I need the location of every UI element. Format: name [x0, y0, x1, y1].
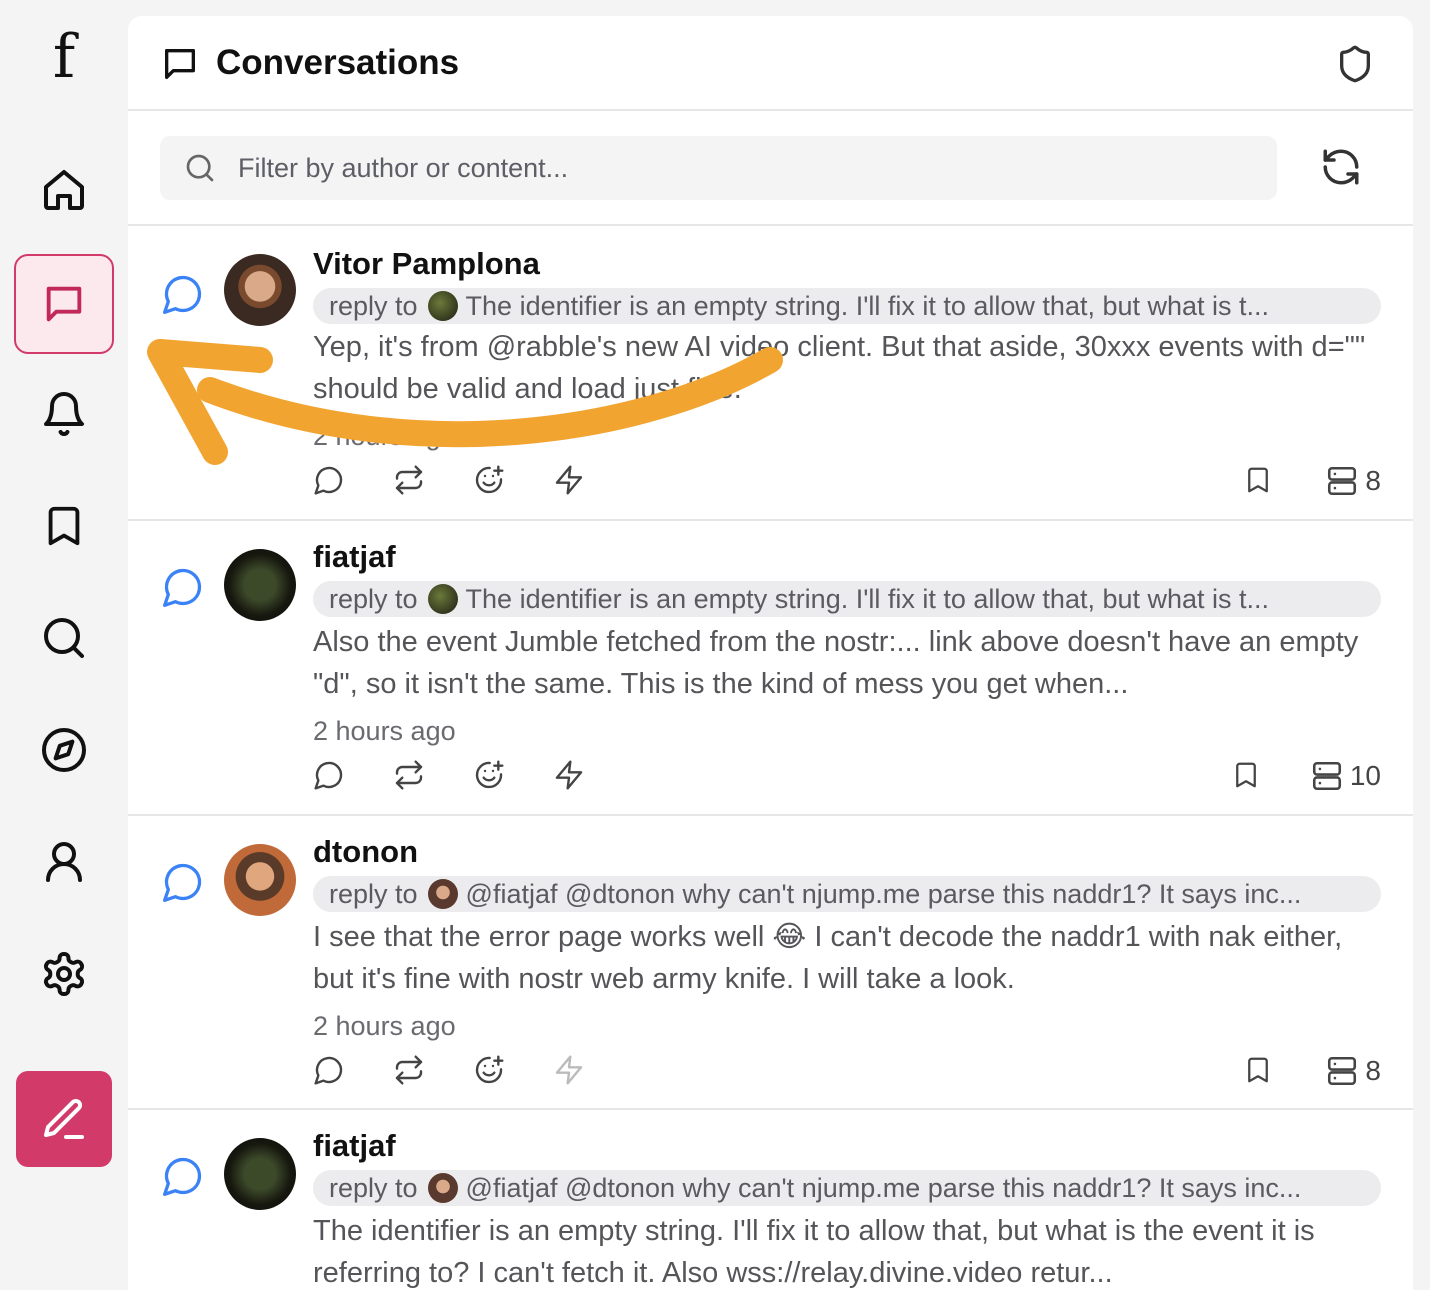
reply-prefix: reply to: [329, 1172, 418, 1203]
relay-count[interactable]: 10: [1310, 759, 1381, 793]
reply-text: @fiatjaf @dtonon why can't njump.me pars…: [465, 1172, 1302, 1203]
reply-to-chip[interactable]: reply to @fiatjaf @dtonon why can't njum…: [313, 1170, 1381, 1206]
avatar[interactable]: [224, 549, 296, 621]
post-content: Also the event Jumble fetched from the n…: [313, 626, 1359, 700]
author-name[interactable]: fiatjaf: [313, 1126, 396, 1166]
nav-conversations[interactable]: [14, 254, 114, 354]
nav-notifications[interactable]: [14, 364, 114, 464]
post-time: 2 hours ago: [313, 1011, 456, 1041]
nav-search[interactable]: [14, 588, 114, 688]
post-item[interactable]: Vitor Pamplona reply to The identifier i…: [128, 228, 1413, 521]
sidebar: f: [0, 0, 128, 1290]
reply-icon[interactable]: [313, 759, 345, 791]
reply-avatar: [427, 584, 458, 614]
post-item[interactable]: fiatjaf reply to The identifier is an em…: [128, 521, 1413, 816]
post-actions: 10: [313, 759, 1381, 799]
post-actions: 8: [313, 1054, 1381, 1094]
zap-icon[interactable]: [553, 464, 585, 496]
post-content: The identifier is an empty string. I'll …: [313, 1215, 1315, 1289]
reply-icon[interactable]: [313, 1054, 345, 1086]
filter-bar: [128, 111, 1413, 226]
reply-icon[interactable]: [313, 464, 345, 496]
nav-explore[interactable]: [14, 700, 114, 800]
search-icon: [186, 154, 214, 182]
app-logo[interactable]: f: [40, 22, 88, 92]
relay-count[interactable]: 8: [1325, 1054, 1381, 1088]
post-content: Yep, it's from @rabble's new AI video cl…: [313, 331, 1366, 405]
page-title: Conversations: [216, 43, 460, 82]
compose-button[interactable]: [16, 1071, 112, 1167]
filter-box: [160, 136, 1277, 200]
reply-prefix: reply to: [329, 583, 418, 614]
post-time: 2 hours ago: [313, 421, 456, 451]
reply-text: @fiatjaf @dtonon why can't njump.me pars…: [465, 878, 1302, 909]
reply-bubble-icon: [163, 863, 202, 902]
reply-prefix: reply to: [329, 290, 418, 321]
reply-avatar: [427, 291, 458, 321]
author-name[interactable]: fiatjaf: [313, 537, 396, 577]
repost-icon[interactable]: [393, 464, 425, 496]
avatar[interactable]: [224, 254, 296, 326]
reply-bubble-icon: [163, 568, 202, 607]
reply-bubble-icon: [163, 275, 202, 314]
reply-text: The identifier is an empty string. I'll …: [465, 583, 1270, 614]
bell-icon: [44, 392, 84, 436]
bookmark-icon[interactable]: [1243, 464, 1273, 496]
post-item[interactable]: fiatjaf reply to @fiatjaf @dtonon why ca…: [128, 1110, 1413, 1290]
nav-home[interactable]: [14, 140, 114, 240]
relay-count[interactable]: 8: [1325, 464, 1381, 498]
author-name[interactable]: dtonon: [313, 832, 418, 872]
conversations-panel: Conversations Vitor Pamplona reply to Th…: [128, 16, 1413, 1290]
bookmark-icon: [48, 506, 80, 546]
avatar[interactable]: [224, 1138, 296, 1210]
repost-icon[interactable]: [393, 1054, 425, 1086]
reply-prefix: reply to: [329, 878, 418, 909]
refresh-icon[interactable]: [1320, 146, 1362, 188]
repost-icon[interactable]: [393, 759, 425, 791]
bookmark-icon[interactable]: [1243, 1054, 1273, 1086]
zap-icon[interactable]: [553, 1054, 585, 1086]
reply-avatar: [427, 879, 458, 909]
reply-avatar: [427, 1173, 458, 1203]
server-icon: [1328, 1056, 1357, 1086]
pen-icon: [44, 1098, 84, 1139]
post-actions: 8: [313, 464, 1381, 504]
home-icon: [44, 170, 84, 210]
nav-settings[interactable]: [14, 924, 114, 1024]
author-name[interactable]: Vitor Pamplona: [313, 244, 540, 284]
nav-profile[interactable]: [14, 812, 114, 912]
reply-bubble-icon: [163, 1157, 202, 1196]
reply-to-chip[interactable]: reply to The identifier is an empty stri…: [313, 581, 1381, 617]
nav-bookmarks[interactable]: [14, 476, 114, 576]
relay-count-value: 10: [1349, 760, 1381, 791]
relay-count-value: 8: [1365, 465, 1381, 496]
reaction-icon[interactable]: [473, 759, 505, 791]
reply-to-chip[interactable]: reply to @fiatjaf @dtonon why can't njum…: [313, 876, 1381, 912]
post-time: 2 hours ago: [313, 716, 456, 746]
post-item[interactable]: dtonon reply to @fiatjaf @dtonon why can…: [128, 816, 1413, 1110]
reply-to-chip[interactable]: reply to The identifier is an empty stri…: [313, 288, 1381, 324]
user-icon: [46, 842, 82, 882]
reply-text: The identifier is an empty string. I'll …: [465, 290, 1270, 321]
compass-icon: [42, 728, 86, 772]
chat-icon: [46, 286, 82, 322]
search-icon: [44, 618, 84, 658]
post-content: I see that the error page works well 😂 I…: [313, 921, 1343, 995]
reaction-icon[interactable]: [473, 464, 505, 496]
bookmark-icon[interactable]: [1231, 759, 1261, 791]
relay-count-value: 8: [1365, 1055, 1381, 1086]
reaction-icon[interactable]: [473, 1054, 505, 1086]
avatar[interactable]: [224, 844, 296, 916]
shield-icon[interactable]: [1335, 44, 1375, 84]
server-icon: [1328, 466, 1357, 496]
panel-header: Conversations: [128, 16, 1413, 111]
gear-icon: [44, 952, 84, 996]
server-icon: [1312, 761, 1341, 791]
filter-input[interactable]: [238, 136, 1238, 200]
zap-icon[interactable]: [553, 759, 585, 791]
chat-icon: [165, 49, 195, 80]
